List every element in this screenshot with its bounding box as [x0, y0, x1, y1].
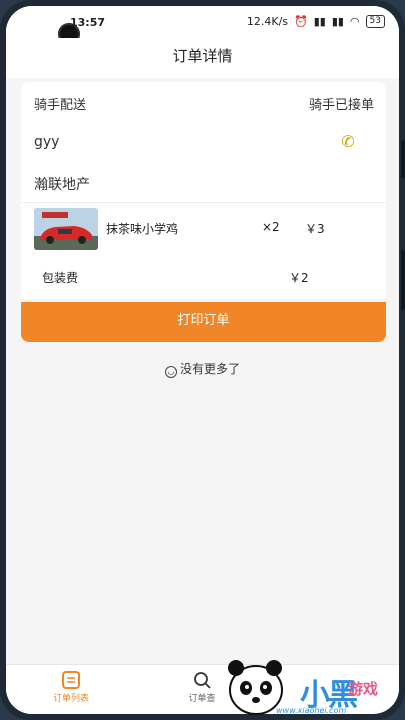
item-thumbnail — [34, 208, 98, 250]
alarm-icon: ⏰ — [294, 15, 308, 28]
customer-row: gyy ✆ — [21, 122, 386, 162]
app-screen: 13:57 12.4K/s ⏰ ▮▮ ▮▮ ◠ 53 订单详情 骑手配送 骑手已… — [6, 6, 399, 714]
volume-button — [401, 140, 405, 178]
watermark-url: www.xiaohei.com — [276, 706, 347, 715]
signal-icon: ▮▮ — [313, 15, 326, 28]
packaging-label: 包装费 — [42, 271, 79, 285]
packaging-row: 包装费 ￥2 — [21, 255, 386, 299]
order-item: 抹茶味小学鸡 ×2 ￥3 — [21, 203, 386, 255]
rider-status: 骑手已接单 — [308, 98, 374, 113]
item-name: 抹茶味小学鸡 — [106, 222, 179, 236]
item-price: ￥3 — [305, 222, 325, 236]
item-quantity: ×2 — [262, 220, 280, 234]
status-time: 13:57 — [70, 16, 106, 29]
smile-icon: ◡ — [164, 366, 177, 378]
search-icon — [194, 672, 211, 689]
page-title: 订单详情 — [172, 47, 233, 65]
delivery-type: 骑手配送 — [34, 98, 87, 113]
phone-frame: 13:57 12.4K/s ⏰ ▮▮ ▮▮ ◠ 53 订单详情 骑手配送 骑手已… — [0, 0, 405, 720]
customer-address: 瀚联地产 — [34, 177, 90, 193]
watermark-logo: 小黑 游戏 www.xiaohei.com — [216, 650, 396, 720]
packaging-fee: ￥2 — [289, 271, 309, 285]
delivery-row: 骑手配送 骑手已接单 — [21, 82, 386, 122]
status-indicators: 12.4K/s ⏰ ▮▮ ▮▮ ◠ 53 — [247, 15, 385, 28]
tab-order-query-label: 订单查 — [188, 694, 216, 704]
list-icon — [62, 671, 80, 689]
wifi-icon: ◠ — [349, 15, 360, 28]
nav-bar: 订单详情 — [6, 38, 399, 78]
battery-icon: 53 — [365, 15, 385, 28]
address-row: 瀚联地产 — [21, 162, 386, 202]
customer-name: gyy — [34, 134, 60, 150]
order-card: 骑手配送 骑手已接单 gyy ✆ 瀚联地产 抹茶味小学鸡 ×2 ￥3 包装费 ￥… — [21, 82, 386, 299]
tab-order-list[interactable]: 订单列表 — [21, 671, 121, 704]
network-speed: 12.4K/s — [246, 15, 289, 28]
phone-icon[interactable]: ✆ — [338, 132, 358, 152]
end-of-list-text: 没有更多了 — [179, 362, 240, 376]
signal-icon-2: ▮▮ — [331, 15, 344, 28]
status-bar: 13:57 12.4K/s ⏰ ▮▮ ▮▮ ◠ 53 — [6, 6, 399, 45]
tab-order-list-label: 订单列表 — [52, 694, 89, 704]
end-of-list: ◡ 没有更多了 — [6, 360, 399, 378]
print-order-button[interactable]: 打印订单 — [21, 302, 386, 342]
power-button — [401, 250, 405, 310]
watermark-sub: 游戏 — [348, 680, 379, 698]
